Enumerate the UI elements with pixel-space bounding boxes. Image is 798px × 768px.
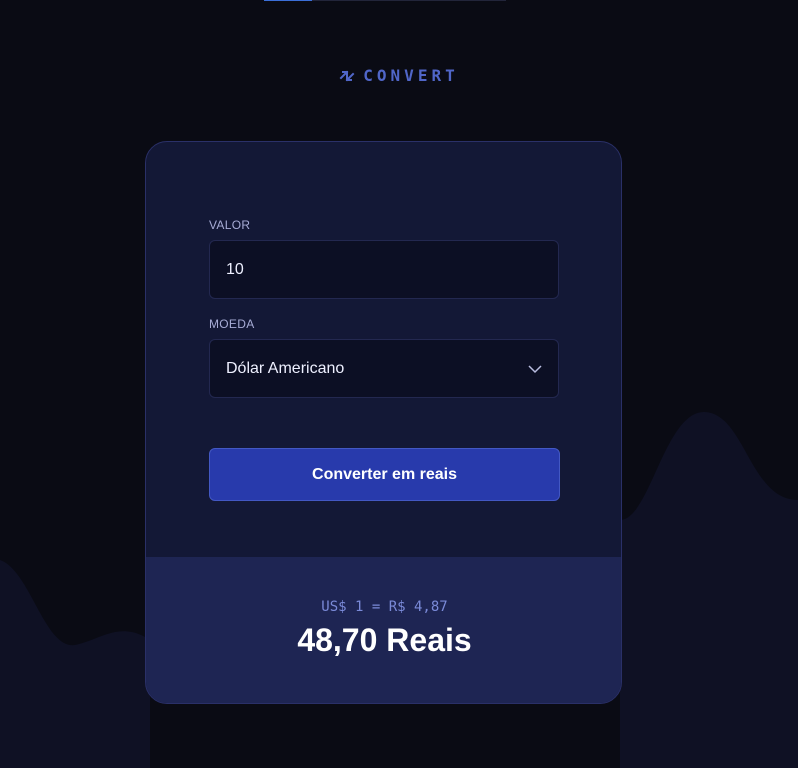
- amount-input[interactable]: [209, 240, 559, 299]
- page: CONVERT VALOR MOEDA Dólar Americano Conv…: [0, 0, 798, 768]
- arrows-exchange-icon: [339, 70, 355, 81]
- currency-selected-value: Dólar Americano: [226, 359, 345, 377]
- result-panel: US$ 1 = R$ 4,87 48,70 Reais: [146, 557, 621, 703]
- converted-total: 48,70 Reais: [297, 622, 472, 658]
- amount-label: VALOR: [209, 218, 251, 232]
- top-progress-fill: [264, 0, 313, 1]
- amount-field: VALOR: [209, 218, 559, 299]
- chevron-down-icon: [528, 364, 542, 373]
- converter-card: VALOR MOEDA Dólar Americano Converter em…: [145, 141, 622, 704]
- app-logo: CONVERT: [0, 66, 798, 85]
- top-progress-bar: [264, 0, 506, 1]
- currency-field: MOEDA Dólar Americano: [209, 317, 559, 398]
- logo-text: CONVERT: [363, 66, 459, 85]
- converter-form: VALOR MOEDA Dólar Americano: [209, 218, 559, 398]
- currency-label: MOEDA: [209, 317, 255, 331]
- exchange-rate: US$ 1 = R$ 4,87: [321, 599, 448, 615]
- currency-select[interactable]: Dólar Americano: [209, 339, 559, 398]
- convert-button[interactable]: Converter em reais: [209, 448, 560, 501]
